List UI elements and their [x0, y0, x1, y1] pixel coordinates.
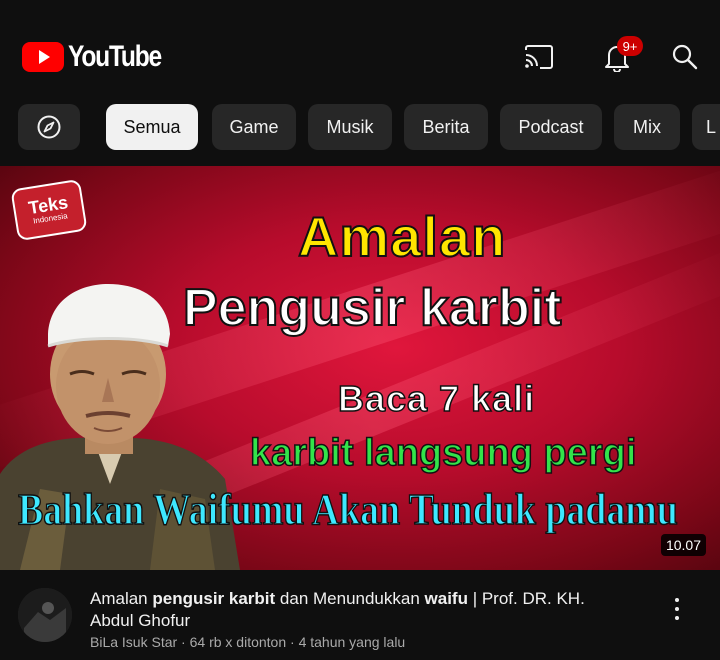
logo-text: YouTube — [68, 40, 162, 73]
category-chips: Semua Game Musik Berita Podcast Mix L — [0, 104, 720, 156]
video-subline: BiLa Isuk Star · 64 rb x ditonton · 4 ta… — [90, 634, 405, 650]
thumb-text-bahkan: Bahkan Waifumu Akan Tunduk padamu — [17, 484, 678, 535]
explore-button[interactable] — [18, 104, 80, 150]
title-part: Amalan — [90, 589, 153, 608]
separator-dot: · — [181, 634, 190, 650]
chip-partial[interactable]: L — [692, 104, 720, 150]
video-title[interactable]: Amalan pengusir karbit dan Menundukkan w… — [90, 588, 630, 632]
thumb-title-amalan: Amalan — [297, 204, 507, 269]
upload-age: 4 tahun yang lalu — [298, 634, 406, 650]
more-options-icon[interactable] — [666, 594, 688, 624]
video-thumbnail[interactable]: Teks Indonesia Amalan Pengusir karbit Ba… — [0, 166, 720, 570]
compass-icon — [37, 115, 61, 139]
search-icon[interactable] — [668, 40, 702, 74]
chip-game[interactable]: Game — [212, 104, 296, 150]
separator-dot: · — [290, 634, 299, 650]
notification-badge: 9+ — [617, 36, 643, 56]
title-part: dan Menundukkan — [275, 589, 425, 608]
chip-musik[interactable]: Musik — [308, 104, 392, 150]
chip-mix[interactable]: Mix — [614, 104, 680, 150]
title-part-bold: waifu — [424, 589, 468, 608]
chip-semua[interactable]: Semua — [106, 104, 198, 150]
video-meta: Amalan pengusir karbit dan Menundukkan w… — [0, 570, 720, 660]
youtube-play-icon — [22, 42, 64, 72]
view-count: 64 rb x ditonton — [189, 634, 287, 650]
thumb-text-baca: Baca 7 kali — [337, 377, 536, 420]
channel-name[interactable]: BiLa Isuk Star — [90, 634, 177, 650]
thumb-title-pengusir: Pengusir karbit — [182, 278, 563, 338]
bell-icon[interactable]: 9+ — [600, 36, 643, 74]
thumb-text-karbit: karbit langsung pergi — [249, 431, 637, 475]
chip-podcast[interactable]: Podcast — [500, 104, 602, 150]
channel-avatar[interactable] — [18, 588, 72, 642]
chip-berita[interactable]: Berita — [404, 104, 488, 150]
video-duration: 10.07 — [660, 534, 706, 556]
teks-indonesia-badge: Teks Indonesia — [10, 178, 88, 242]
cast-icon[interactable] — [522, 40, 556, 74]
top-app-bar: YouTube 9+ — [0, 0, 720, 100]
title-part-bold: pengusir karbit — [152, 589, 276, 608]
youtube-logo[interactable]: YouTube — [22, 40, 181, 74]
